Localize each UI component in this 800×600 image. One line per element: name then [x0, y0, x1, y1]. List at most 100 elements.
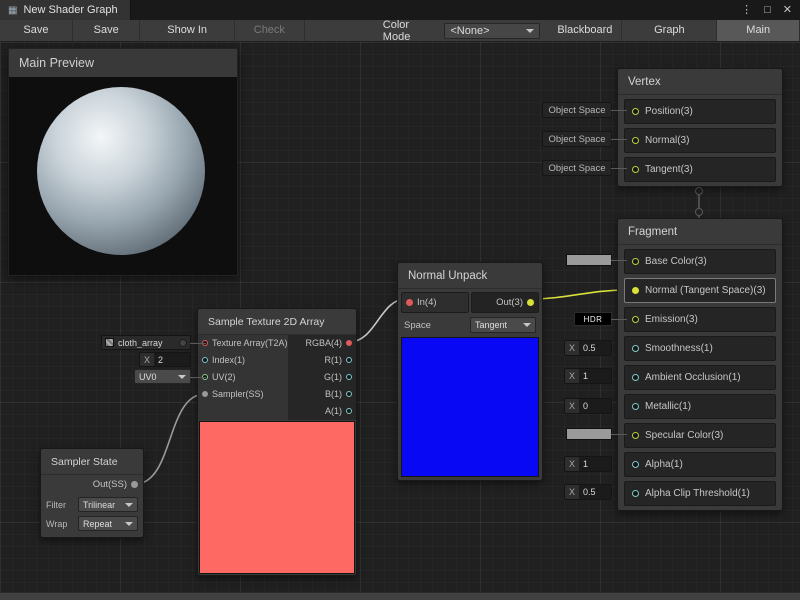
base-color-swatch[interactable]	[566, 254, 612, 266]
port-label: RGBA(4)	[305, 338, 342, 348]
input-sampler[interactable]: Sampler(SS)	[198, 386, 288, 403]
alpha-clip-threshold-port-icon[interactable]	[632, 490, 639, 497]
normal-port-icon[interactable]	[632, 137, 639, 144]
specular-color-swatch[interactable]	[566, 428, 612, 440]
wire-out-to-normal[interactable]	[531, 290, 627, 299]
tangent-space-binding[interactable]: Object Space	[542, 160, 612, 176]
a-port-icon[interactable]	[346, 408, 352, 414]
output-g[interactable]: G(1)	[289, 369, 356, 386]
output-b[interactable]: B(1)	[289, 386, 356, 403]
color-mode-group: Color Mode <None>	[375, 20, 549, 41]
fragment-slot-normal-tangent-space[interactable]: Normal (Tangent Space)(3)	[624, 278, 776, 303]
ambient-occlusion-input[interactable]: X 1	[564, 368, 612, 384]
save-asset-button[interactable]: Save Asset	[0, 20, 73, 41]
graph-canvas[interactable]: Main Preview Vertex Position(3) Normal(3…	[0, 42, 800, 592]
index-value[interactable]: 2	[154, 353, 190, 366]
normal-unpack-node[interactable]: Normal Unpack In(4) Out(3) Space Tangent	[397, 262, 543, 481]
sample-texture-2d-array-node[interactable]: Sample Texture 2D Array Texture Array(T2…	[197, 308, 357, 576]
fragment-slot-metallic[interactable]: Metallic(1)	[624, 394, 776, 419]
fragment-slot-ambient-occlusion[interactable]: Ambient Occlusion(1)	[624, 365, 776, 390]
vertex-slot-normal[interactable]: Normal(3)	[624, 128, 776, 153]
b-port-icon[interactable]	[346, 391, 352, 397]
sampler-state-node-title[interactable]: Sampler State	[41, 449, 143, 475]
out-port-icon[interactable]	[527, 299, 534, 306]
smoothness-input[interactable]: X 0.5	[564, 340, 612, 356]
alpha-clip-threshold-value[interactable]: 0.5	[579, 485, 611, 499]
position-space-binding[interactable]: Object Space	[542, 102, 612, 118]
document-tab[interactable]: ▦ New Shader Graph	[0, 0, 131, 20]
sampler-state-node[interactable]: Sampler State Out(SS) Filter Trilinear W…	[40, 448, 144, 538]
in-port-icon[interactable]	[406, 299, 413, 306]
bottom-scrollbar[interactable]	[0, 592, 800, 600]
output-r[interactable]: R(1)	[289, 352, 356, 369]
normal-unpack-node-title[interactable]: Normal Unpack	[398, 263, 542, 289]
main-preview-viewport[interactable]	[9, 77, 237, 275]
input-texture-array[interactable]: Texture Array(T2A)	[198, 335, 288, 352]
maximize-icon[interactable]: □	[764, 0, 771, 20]
output-rgba[interactable]: RGBA(4)	[289, 335, 356, 352]
fragment-slot-smoothness[interactable]: Smoothness(1)	[624, 336, 776, 361]
fragment-node[interactable]: Fragment Base Color(3) Normal (Tangent S…	[617, 218, 783, 511]
smoothness-value[interactable]: 0.5	[579, 341, 611, 355]
sampler-port-icon[interactable]	[202, 391, 208, 397]
alpha-input[interactable]: X 1	[564, 456, 612, 472]
input-index[interactable]: Index(1)	[198, 352, 288, 369]
menu-icon[interactable]: ⋮	[741, 0, 752, 20]
vertex-node[interactable]: Vertex Position(3) Normal(3) Tangent(3)	[617, 68, 783, 187]
wire-samplerstate-to-sampler[interactable]	[135, 394, 205, 484]
color-mode-dropdown[interactable]: <None>	[444, 23, 540, 39]
vertex-node-title[interactable]: Vertex	[618, 69, 782, 95]
metallic-input[interactable]: X 0	[564, 398, 612, 414]
fragment-slot-base-color[interactable]: Base Color(3)	[624, 249, 776, 274]
input-uv[interactable]: UV(2)	[198, 369, 288, 386]
alpha-port-icon[interactable]	[632, 461, 639, 468]
alpha-clip-threshold-input[interactable]: X 0.5	[564, 484, 612, 500]
fragment-slot-emission[interactable]: Emission(3)	[624, 307, 776, 332]
emission-hdr-field[interactable]: HDR	[574, 312, 612, 326]
r-port-icon[interactable]	[346, 357, 352, 363]
fragment-slot-alpha[interactable]: Alpha(1)	[624, 452, 776, 477]
space-dropdown[interactable]: Tangent	[470, 317, 536, 333]
output-a[interactable]: A(1)	[289, 403, 356, 420]
close-icon[interactable]: ✕	[783, 0, 792, 20]
graph-inspector-toggle[interactable]: Graph Inspector	[622, 20, 717, 41]
specular-color-port-icon[interactable]	[632, 432, 639, 439]
fragment-slot-alpha-clip-threshold[interactable]: Alpha Clip Threshold(1)	[624, 481, 776, 506]
ambient-occlusion-value[interactable]: 1	[579, 369, 611, 383]
save-as-button[interactable]: Save As...	[73, 20, 141, 41]
ambient-occlusion-port-icon[interactable]	[632, 374, 639, 381]
filter-dropdown[interactable]: Trilinear	[78, 497, 138, 512]
index-port-icon[interactable]	[202, 357, 208, 363]
uv-channel-dropdown[interactable]: UV0	[134, 369, 191, 384]
tangent-port-icon[interactable]	[632, 166, 639, 173]
fragment-slot-specular-color[interactable]: Specular Color(3)	[624, 423, 776, 448]
fragment-node-title[interactable]: Fragment	[618, 219, 782, 245]
base-color-port-icon[interactable]	[632, 258, 639, 265]
sampler-state-output[interactable]: Out(SS)	[41, 475, 143, 495]
vertex-slot-tangent[interactable]: Tangent(3)	[624, 157, 776, 182]
object-picker-icon[interactable]	[179, 339, 187, 347]
normal-port-icon[interactable]	[632, 287, 639, 294]
smoothness-port-icon[interactable]	[632, 345, 639, 352]
metallic-value[interactable]: 0	[579, 399, 611, 413]
metallic-port-icon[interactable]	[632, 403, 639, 410]
index-input[interactable]: X 2	[139, 352, 191, 367]
normal-unpack-input[interactable]: In(4)	[401, 292, 469, 313]
texture-array-object-field[interactable]: cloth_array	[101, 335, 191, 350]
vertex-slot-position[interactable]: Position(3)	[624, 99, 776, 124]
show-in-project-button[interactable]: Show In Project	[140, 20, 234, 41]
g-port-icon[interactable]	[346, 374, 352, 380]
alpha-value[interactable]: 1	[579, 457, 611, 471]
rgba-port-icon[interactable]	[346, 340, 352, 346]
sample-texture-node-title[interactable]: Sample Texture 2D Array	[198, 309, 356, 335]
texture-name: cloth_array	[118, 338, 175, 348]
normal-unpack-output[interactable]: Out(3)	[471, 292, 539, 313]
main-preview-toggle[interactable]: Main Preview	[717, 20, 800, 41]
out-ss-port-icon[interactable]	[131, 481, 138, 488]
normal-space-binding[interactable]: Object Space	[542, 131, 612, 147]
blackboard-toggle[interactable]: Blackboard	[548, 20, 622, 41]
main-preview-header[interactable]: Main Preview	[9, 49, 237, 77]
wrap-dropdown[interactable]: Repeat	[78, 516, 138, 531]
position-port-icon[interactable]	[632, 108, 639, 115]
emission-port-icon[interactable]	[632, 316, 639, 323]
